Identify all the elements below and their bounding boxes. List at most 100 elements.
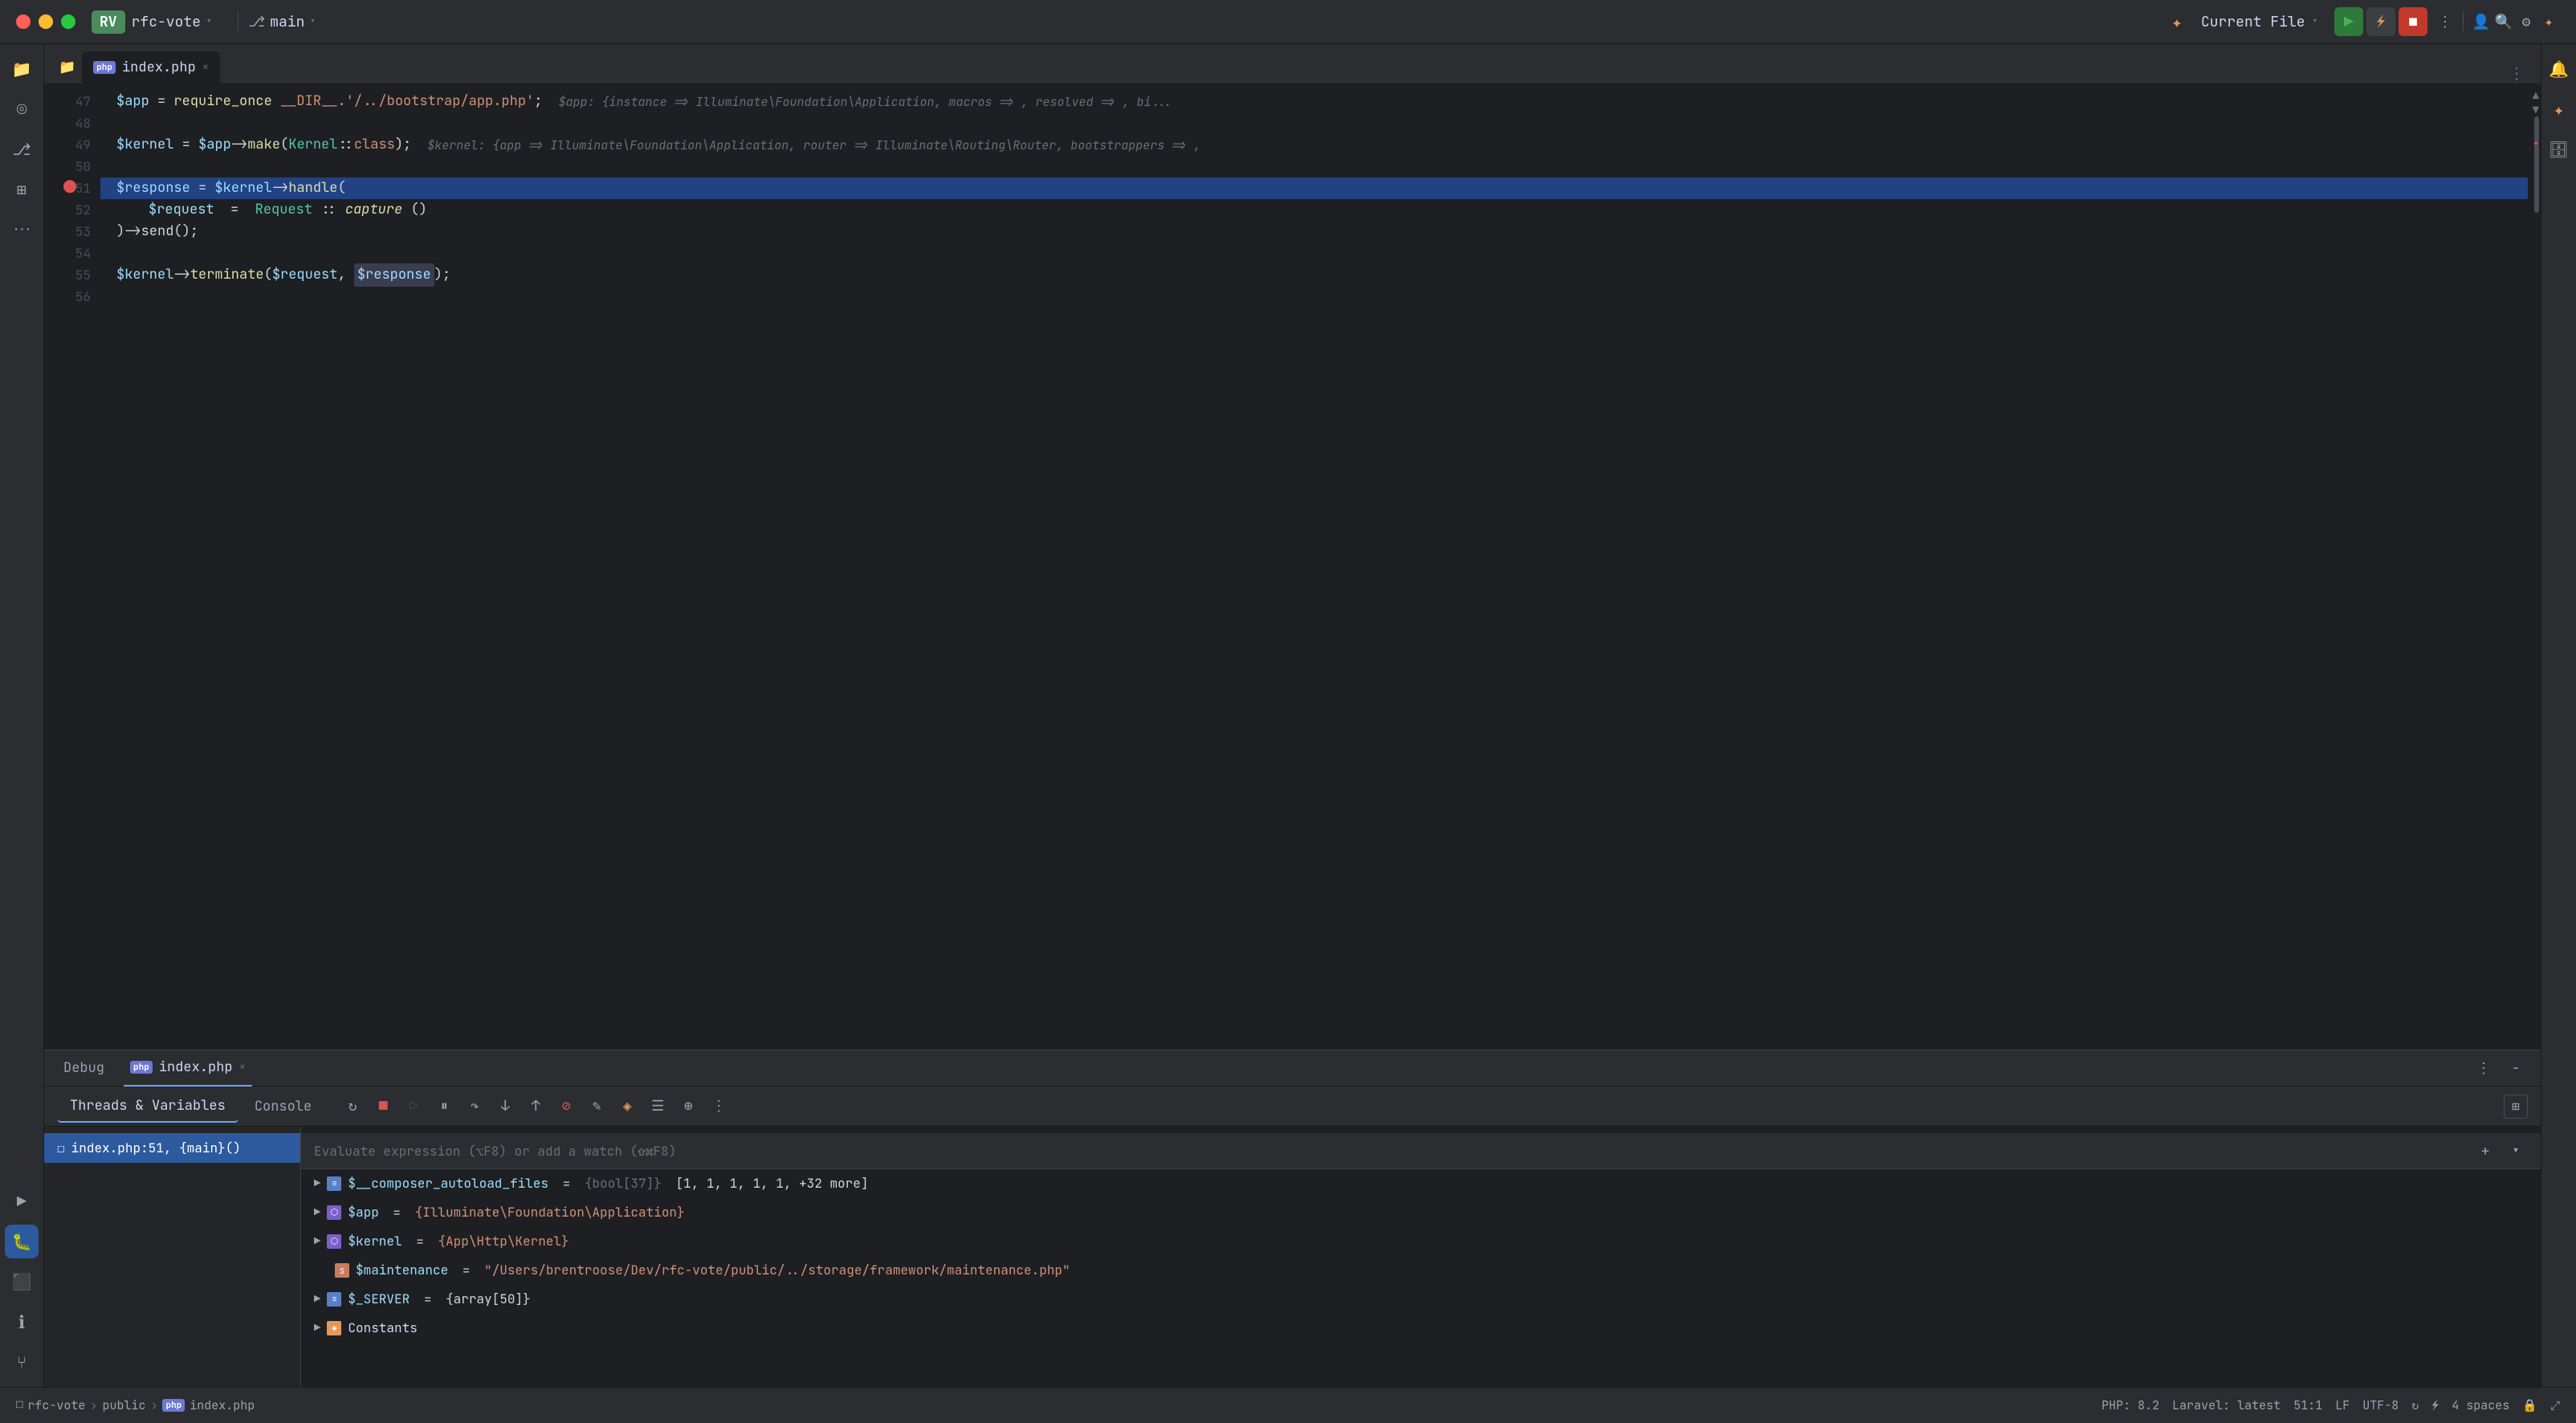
line-num-52: 52 [44,199,91,221]
status-php-version[interactable]: PHP: 8.2 [2101,1397,2159,1413]
var-item-maintenance[interactable]: S $maintenance = "/Users/brentroose/Dev/… [301,1256,2541,1285]
debug-panel: Debug php index.php × ⋮ − Threads & Vari… [44,1050,2541,1387]
code-line-54 [100,243,2528,264]
debug-step-out-button[interactable]: ↑ [524,1095,548,1119]
var-item-app[interactable]: ▶ ⬡ $app = {Illuminate\Foundation\Applic… [301,1198,2541,1227]
status-laravel[interactable]: Laravel: latest [2172,1397,2280,1413]
search-button[interactable]: 🔍 [2492,10,2515,33]
tab-close-button[interactable]: × [202,60,209,75]
tab-more-button[interactable]: ⋮ [2501,63,2533,84]
debug-tab-threads[interactable]: Threads & Variables [57,1091,238,1123]
run-button[interactable]: ▶ [2334,7,2363,36]
folder-icon-tab[interactable]: 📁 [52,51,82,84]
project-name[interactable]: rfc-vote ▾ [132,13,213,31]
editor-tab-index-php[interactable]: php index.php × [82,51,220,84]
code-line-52: $request = Request :: capture () [100,199,2528,221]
sidebar-item-info[interactable]: ℹ [5,1305,39,1339]
var-expand-server[interactable]: ▶ [314,1291,320,1308]
var-expand-constants[interactable]: ▶ [314,1320,320,1337]
debug-threads-panel: ☐ index.php:51, {main}() [44,1127,301,1387]
debug-expand-button[interactable]: ⊞ [2504,1095,2528,1119]
sidebar-item-git[interactable]: ◎ [5,92,39,126]
debug-minimize-button[interactable]: − [2504,1056,2528,1080]
eval-expand-button[interactable]: ▾ [2504,1139,2528,1163]
sidebar-item-git2[interactable]: ⑂ [5,1345,39,1379]
status-php-icon: php [162,1399,185,1412]
ai-assistant-button[interactable]: ⚡ [2366,7,2395,36]
debug-rerun-button[interactable]: ↻ [340,1095,365,1119]
debug-tab-close[interactable]: × [239,1060,246,1074]
code-line-49: $kernel = $app -> make ( Kernel :: class… [100,134,2528,156]
sidebar-item-more[interactable]: ··· [5,213,39,247]
sidebar-item-terminal[interactable]: ⬛ [5,1265,39,1299]
debug-more-button[interactable]: ⋮ [2472,1056,2496,1080]
sidebar-item-extensions[interactable]: ⊞ [5,173,39,206]
maximize-button[interactable] [61,14,75,29]
debug-arrange-button[interactable]: ⊕ [676,1095,700,1119]
thread-item-main[interactable]: ☐ index.php:51, {main}() [44,1133,300,1163]
var-icon-constants: ◈ [327,1321,341,1335]
right-ai-icon[interactable]: ✦ [2542,92,2576,126]
debug-header-icons: ⋮ − [2472,1056,2528,1080]
debug-body: ☐ index.php:51, {main}() Evaluate expres… [44,1127,2541,1387]
debug-pause-button[interactable]: ⏸ [432,1095,456,1119]
var-expand-kernel[interactable]: ▶ [314,1233,320,1250]
debug-group-button[interactable]: ☰ [646,1095,670,1119]
eval-add-watch-button[interactable]: + [2473,1139,2497,1163]
var-expand-composer[interactable]: ▶ [314,1176,320,1193]
debug-variables-panel: Evaluate expression (⌥F8) or add a watch… [301,1127,2541,1387]
editor-scrollbar[interactable]: ▲ ▼ [2528,84,2541,1050]
right-notifications-icon[interactable]: 🔔 [2542,52,2576,86]
settings-button[interactable]: ⚙ [2515,10,2537,33]
status-warning-icon[interactable]: ⚡ [2431,1397,2439,1413]
debug-toolbar: ↻ ■ ▷ ⏸ ↷ ↓ ↑ ⊘ ✎ [340,1095,731,1119]
var-item-constants[interactable]: ▶ ◈ Constants [301,1314,2541,1343]
sidebar-item-debug[interactable]: 🐛 [5,1225,39,1258]
var-expand-app[interactable]: ▶ [314,1205,320,1221]
sidebar-item-run[interactable]: ▶ [5,1184,39,1218]
status-lock-icon[interactable]: 🔒 [2522,1397,2537,1413]
scroll-thumb[interactable] [2534,116,2539,213]
code-line-50 [100,156,2528,177]
branch-selector[interactable]: ⎇ main ▾ [248,13,316,31]
debug-stop-button[interactable]: ■ [371,1095,395,1119]
debug-highlight-button[interactable]: ◈ [615,1095,639,1119]
git-branch-icon: ⎇ [248,13,265,31]
debug-step-over-button[interactable]: ↷ [463,1095,487,1119]
account-icon[interactable]: 👤 [2470,10,2492,33]
var-item-server[interactable]: ▶ ≡ $_SERVER = {array[50]} [301,1285,2541,1314]
debug-alert-icon[interactable]: ✦ [2166,10,2188,33]
php-icon: php [93,61,116,74]
debug-mute-breakpoints-button[interactable]: ⊘ [554,1095,578,1119]
debug-step-into-button[interactable]: ↓ [493,1095,517,1119]
right-db-icon[interactable]: 🗄 [2542,133,2576,166]
status-indent[interactable]: 4 spaces [2452,1397,2509,1413]
stop-button[interactable]: ■ [2399,7,2427,36]
status-sync-icon[interactable]: ↻ [2411,1397,2419,1413]
status-expand-icon[interactable]: ⤢ [2550,1397,2560,1413]
sidebar-item-folder[interactable]: 📁 [5,52,39,86]
debug-file-tab[interactable]: php index.php × [124,1050,252,1087]
ai-chat-icon[interactable]: ✦ [2537,10,2560,33]
var-item-composer[interactable]: ▶ ≡ $__composer_autoload_files = {bool[3… [301,1169,2541,1198]
sidebar-item-branch[interactable]: ⎇ [5,133,39,166]
status-position[interactable]: 51:1 [2293,1397,2322,1413]
eval-icons: + ▾ [2473,1139,2528,1163]
var-item-kernel[interactable]: ▶ ⬡ $kernel = {App\Http\Kernel} [301,1227,2541,1256]
status-line-ending[interactable]: LF [2335,1397,2350,1413]
line-numbers: 47 48 49 50 51 52 53 54 55 56 [44,84,100,1050]
scroll-down-button[interactable]: ▼ [2533,102,2539,120]
debug-resume-button[interactable]: ▷ [401,1095,426,1119]
debug-tabs-bar: Threads & Variables Console ↻ ■ ▷ ⏸ ↷ ↓ [44,1087,2541,1127]
close-button[interactable] [16,14,31,29]
more-menu-button[interactable]: ⋮ [2434,10,2456,33]
minimize-button[interactable] [39,14,53,29]
debug-options-button[interactable]: ⋮ [707,1095,731,1119]
status-encoding[interactable]: UTF-8 [2362,1397,2399,1413]
debug-header: Debug php index.php × ⋮ − [44,1050,2541,1087]
debug-tab-console[interactable]: Console [242,1091,324,1122]
status-project[interactable]: □ rfc-vote › public › php index.php [16,1397,255,1413]
current-file-dropdown[interactable]: Current File ▾ [2201,13,2318,31]
code-line-48 [100,112,2528,134]
debug-view-breakpoints-button[interactable]: ✎ [585,1095,609,1119]
